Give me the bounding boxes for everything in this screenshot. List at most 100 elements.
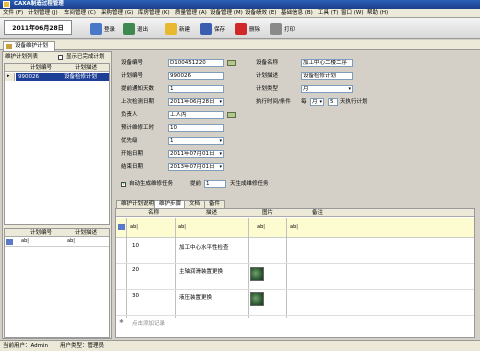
window-title-bar: CAXA制造过程管理	[0, 0, 480, 9]
folder-icon	[6, 44, 12, 49]
col-plan-code-2[interactable]: 计划编号	[30, 229, 52, 237]
col-plan-code[interactable]: 计划编号	[30, 64, 52, 72]
tab-spare-parts[interactable]: 备件	[204, 200, 226, 208]
menu-warehouse[interactable]: 库房管理 (K)	[138, 10, 170, 17]
print-icon	[270, 22, 282, 35]
auto-generate-checkbox[interactable]	[121, 181, 126, 187]
device-lookup-button[interactable]	[227, 60, 236, 66]
auto-generate-label: 自动生成维修任务	[129, 181, 174, 187]
arrow-right-icon: ▸	[7, 73, 10, 79]
device-code-input[interactable]: D100451220	[168, 59, 224, 67]
exit-button[interactable]: 退出	[123, 20, 148, 37]
menu-performance[interactable]: 设备绩效 (E)	[245, 10, 277, 17]
menu-plan[interactable]: 计划管理 (J)	[28, 10, 58, 17]
step-image-thumbnail[interactable]	[250, 292, 264, 306]
step-image-thumbnail[interactable]	[250, 267, 264, 281]
tab-documents[interactable]: 文档	[184, 200, 206, 208]
plan-list-header: 计划编号 计划描述	[5, 64, 109, 72]
menu-purchase[interactable]: 采购管理 (G)	[101, 10, 133, 17]
menu-help[interactable]: 帮助 (H)	[367, 10, 388, 17]
status-user-type: 用户类型：管理员	[60, 343, 105, 349]
filter-cell-1[interactable]: ab|	[21, 238, 29, 244]
plan-list-grid	[4, 63, 110, 225]
device-code-label: 设备编号	[121, 60, 144, 66]
owner-lookup-button[interactable]	[227, 112, 236, 118]
est-hours-input[interactable]: 10	[168, 124, 224, 132]
save-button[interactable]: 保存	[200, 20, 225, 37]
steps-filter-row[interactable]: ab| ab| ab| ab|	[116, 218, 474, 238]
col-plan-desc[interactable]: 计划描述	[75, 64, 97, 72]
new-icon	[165, 22, 177, 35]
plan-type-label: 计划类型	[256, 86, 279, 92]
ahead-label: 提前	[190, 181, 202, 187]
table-row[interactable]: 20 主轴润滑装置更换	[116, 264, 474, 290]
start-date-picker[interactable]: 2011年07月01日	[168, 150, 224, 158]
plan-desc-input[interactable]: 设备检修计划	[301, 72, 353, 80]
login-icon	[90, 22, 102, 35]
col-plan-desc-2[interactable]: 计划描述	[75, 229, 97, 237]
menu-quality[interactable]: 质量管理 (A)	[175, 10, 207, 17]
tab-maintenance-plan[interactable]: 设备维护计划	[3, 41, 56, 51]
owner-label: 负责人	[121, 112, 138, 118]
advance-days-label: 提前通知天数	[121, 86, 155, 92]
filter-icon	[6, 239, 13, 245]
owner-input[interactable]: 工人丙	[168, 111, 224, 119]
menu-basic-info[interactable]: 基础信息 (B)	[281, 10, 313, 17]
delete-icon	[235, 22, 247, 35]
print-button[interactable]: 打印	[270, 20, 295, 37]
filter-cell-2[interactable]: ab|	[67, 238, 75, 244]
table-row[interactable]: 30 液压装置更换	[116, 290, 474, 316]
steps-filter-cell[interactable]: ab|	[290, 224, 298, 230]
exec-condition-label: 执行时间/条件	[256, 99, 291, 105]
priority-select[interactable]: 1	[168, 137, 224, 145]
menu-window[interactable]: 窗口 (W)	[341, 10, 363, 17]
ahead-days-input[interactable]: 1	[204, 180, 226, 188]
col-description[interactable]: 描述	[206, 209, 217, 217]
plan-type-select[interactable]: 月	[301, 85, 353, 93]
date-display: 2011年06月28日	[4, 20, 72, 35]
filter-row[interactable]: ab| ab|	[5, 238, 109, 247]
device-name-field[interactable]: 加工中心二楼二序	[301, 59, 353, 67]
menu-bar: 文件 (F) 计划管理 (J) 车间管理 (C) 采购管理 (G) 库房管理 (…	[0, 9, 480, 18]
delete-button[interactable]: 删除	[235, 20, 260, 37]
new-button[interactable]: 新建	[165, 20, 190, 37]
status-bar: 当前用户：Admin 用户类型：管理员	[0, 340, 480, 351]
menu-workshop[interactable]: 车间管理 (C)	[64, 10, 96, 17]
status-current-user: 当前用户：Admin	[3, 343, 49, 349]
priority-label: 优先级	[121, 138, 138, 144]
exec-num-input[interactable]: 5	[328, 98, 338, 106]
tab-maintenance-steps[interactable]: 维护步骤	[154, 200, 187, 208]
exec-unit-select[interactable]: 月	[310, 98, 324, 106]
filter-grid-header: 计划编号 计划描述	[5, 229, 109, 237]
login-button[interactable]: 登录	[90, 20, 115, 37]
exec-every-label: 每	[301, 99, 307, 105]
steps-header: 名称 描述 图片 备注	[116, 209, 474, 217]
show-completed-label: 显示已完成计划	[66, 54, 105, 60]
steps-filter-cell[interactable]: ab|	[257, 224, 265, 230]
col-name[interactable]: 名称	[148, 209, 159, 217]
document-tab-strip	[0, 40, 480, 50]
steps-filter-cell[interactable]: ab|	[130, 224, 138, 230]
add-record-row[interactable]: ✱ 点击添加记录	[116, 318, 474, 328]
row-indicator: ▸	[5, 73, 15, 81]
table-row[interactable]: 990026 设备检修计划	[16, 73, 109, 81]
plan-code-input[interactable]: 990026	[168, 72, 224, 80]
window-title: CAXA制造过程管理	[14, 1, 64, 7]
filter-icon	[118, 224, 125, 230]
menu-tools[interactable]: 工具 (T)	[318, 10, 338, 17]
menu-file[interactable]: 文件 (F)	[3, 10, 23, 17]
tab-plan-description[interactable]: 维护计划说明	[116, 200, 160, 208]
show-completed-checkbox[interactable]	[58, 55, 63, 60]
device-name-label: 设备名称	[256, 60, 279, 66]
col-image[interactable]: 图片	[262, 209, 273, 217]
table-row[interactable]: 10 加工中心水平性检查	[116, 238, 474, 264]
end-date-picker[interactable]: 2013年07月01日	[168, 163, 224, 171]
menu-equipment[interactable]: 设备管理 (M)	[210, 10, 243, 17]
advance-days-input[interactable]: 1	[168, 85, 224, 93]
steps-filter-cell[interactable]: ab|	[178, 224, 186, 230]
exit-icon	[123, 22, 135, 35]
last-check-date-picker[interactable]: 2011年06月28日	[168, 98, 224, 106]
ahead-tail-label: 天生成维修任务	[230, 181, 269, 187]
plan-list-title: 维护计划列表	[5, 54, 39, 60]
col-remark[interactable]: 备注	[312, 209, 323, 217]
